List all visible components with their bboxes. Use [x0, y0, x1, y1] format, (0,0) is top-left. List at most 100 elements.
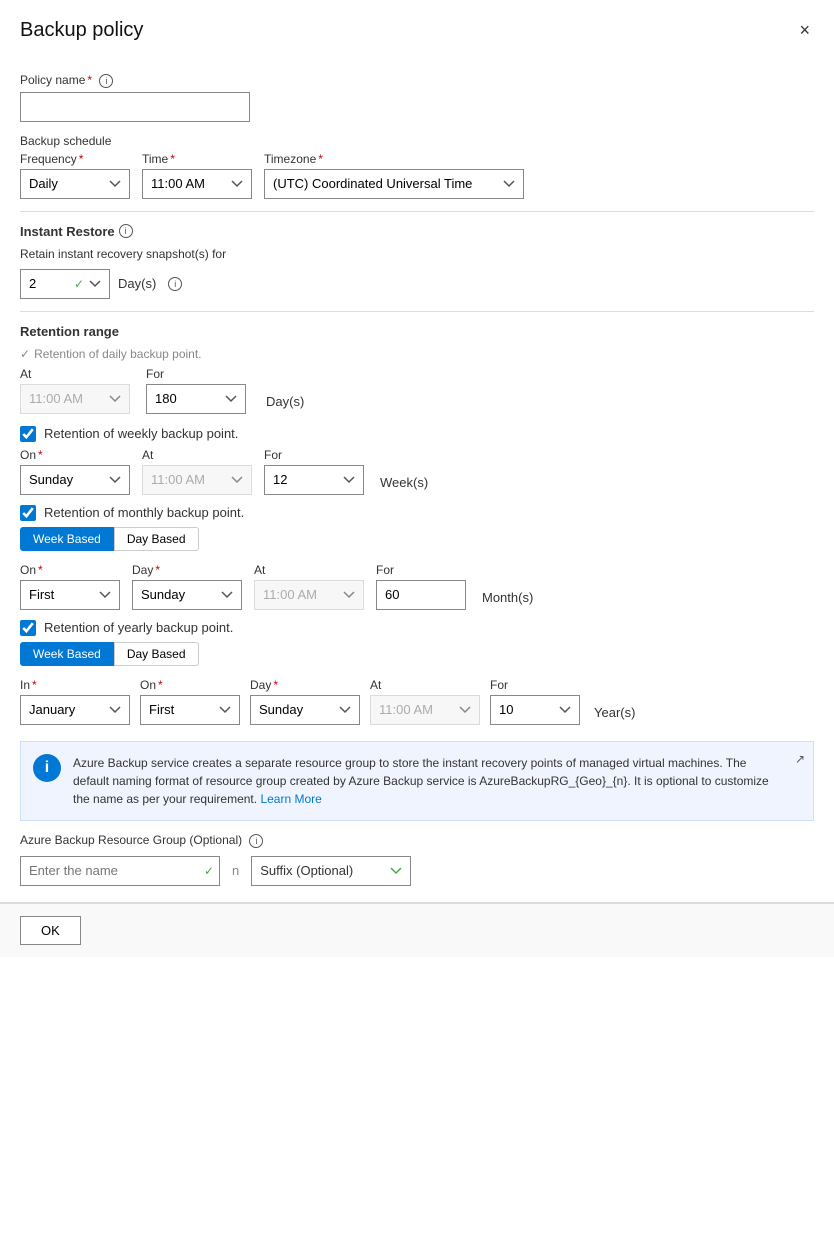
retain-label: Retain instant recovery snapshot(s) for — [20, 247, 814, 261]
yearly-tab-group: Week Based Day Based — [20, 642, 814, 666]
monthly-day-based-tab[interactable]: Day Based — [114, 527, 199, 551]
retention-range-title: Retention range — [20, 324, 814, 339]
separator-n: n — [228, 863, 243, 878]
daily-for-select[interactable]: 180 90 365 — [146, 384, 246, 414]
weekly-checkbox-row: Retention of weekly backup point. — [20, 426, 814, 442]
daily-for-label: For — [146, 367, 246, 381]
resource-input-wrapper: ✓ — [20, 856, 220, 886]
yearly-on-label: On* — [140, 678, 240, 692]
weekly-at-select[interactable]: 11:00 AM — [142, 465, 252, 495]
close-button[interactable]: × — [795, 16, 814, 45]
resource-group-info-icon[interactable]: i — [249, 834, 263, 848]
resource-input-check-icon: ✓ — [204, 864, 214, 878]
monthly-checkbox-row: Retention of monthly backup point. — [20, 505, 814, 521]
yearly-checkbox-row: Retention of yearly backup point. — [20, 620, 814, 636]
yearly-in-select[interactable]: JanuaryFebruaryMarchAprilMayJuneJulyAugu… — [20, 695, 130, 725]
external-link-icon: ↗ — [795, 750, 805, 768]
frequency-field: Frequency* Daily Weekly — [20, 152, 130, 199]
yearly-day-field: Day* SundayMondayTuesdayWednesdayThursda… — [250, 678, 360, 725]
ok-button[interactable]: OK — [20, 916, 81, 945]
policy-name-input[interactable] — [20, 92, 250, 122]
yearly-for-label: For — [490, 678, 580, 692]
monthly-day-label: Day* — [132, 563, 242, 577]
weekly-at-field: At 11:00 AM — [142, 448, 252, 495]
weekly-at-label: At — [142, 448, 252, 462]
timezone-select[interactable]: (UTC) Coordinated Universal Time — [264, 169, 524, 199]
yearly-at-select[interactable]: 11:00 AM — [370, 695, 480, 725]
daily-checkpoint-label: ✓ Retention of daily backup point. — [20, 347, 814, 361]
monthly-on-label: On* — [20, 563, 120, 577]
weekly-on-at-for-row: On* SundayMondayTuesdayWednesdayThursday… — [20, 448, 814, 495]
days-select-wrapper: 2 1 3 4 5 ✓ — [20, 269, 110, 299]
weekly-on-field: On* SundayMondayTuesdayWednesdayThursday… — [20, 448, 130, 495]
days-info-icon[interactable]: i — [168, 277, 182, 291]
yearly-on-select[interactable]: FirstSecondThirdFourthLast — [140, 695, 240, 725]
daily-at-select[interactable]: 11:00 AM — [20, 384, 130, 414]
monthly-tab-group: Week Based Day Based — [20, 527, 814, 551]
backup-schedule-label: Backup schedule — [20, 134, 814, 148]
info-box-icon: i — [33, 754, 61, 782]
divider-instant-restore — [20, 211, 814, 212]
time-select[interactable]: 11:00 AM 12:00 PM — [142, 169, 252, 199]
monthly-on-select[interactable]: FirstSecondThirdFourthLast — [20, 580, 120, 610]
yearly-at-label: At — [370, 678, 480, 692]
yearly-checkbox-label: Retention of yearly backup point. — [44, 620, 233, 635]
weekly-checkbox[interactable] — [20, 426, 36, 442]
time-field: Time* 11:00 AM 12:00 PM — [142, 152, 252, 199]
yearly-week-based-tab[interactable]: Week Based — [20, 642, 114, 666]
monthly-for-field: For — [376, 563, 466, 610]
learn-more-link[interactable]: Learn More — [260, 792, 321, 806]
retain-row: 2 1 3 4 5 ✓ Day(s) i — [20, 269, 814, 299]
days-label: Day(s) — [118, 276, 156, 291]
instant-restore-days-select[interactable]: 2 1 3 4 5 — [20, 269, 110, 299]
monthly-checkbox[interactable] — [20, 505, 36, 521]
yearly-day-select[interactable]: SundayMondayTuesdayWednesdayThursdayFrid… — [250, 695, 360, 725]
resource-group-label: Azure Backup Resource Group (Optional) i — [20, 833, 814, 848]
weekly-for-label: For — [264, 448, 364, 462]
monthly-unit: Month(s) — [482, 590, 533, 605]
resource-group-section: Azure Backup Resource Group (Optional) i… — [20, 833, 814, 886]
yearly-for-field: For 1051520 — [490, 678, 580, 725]
instant-restore-section: Instant Restore i Retain instant recover… — [20, 224, 814, 299]
weekly-checkbox-label: Retention of weekly backup point. — [44, 426, 238, 441]
weekly-for-field: For 12482652 — [264, 448, 364, 495]
monthly-for-input[interactable] — [376, 580, 466, 610]
policy-name-section: Policy name* i — [20, 73, 814, 122]
monthly-for-label: For — [376, 563, 466, 577]
monthly-week-based-tab[interactable]: Week Based — [20, 527, 114, 551]
footer: OK — [0, 903, 834, 957]
daily-at-field: At 11:00 AM — [20, 367, 130, 414]
backup-policy-panel: Backup policy × Policy name* i Backup sc… — [0, 0, 834, 1248]
instant-restore-heading: Instant Restore i — [20, 224, 814, 239]
panel-title: Backup policy — [20, 19, 143, 42]
monthly-on-field: On* FirstSecondThirdFourthLast — [20, 563, 120, 610]
instant-restore-info-icon[interactable]: i — [119, 224, 133, 238]
divider-retention-range — [20, 311, 814, 312]
suffix-select[interactable]: Suffix (Optional) — [251, 856, 411, 886]
panel-header: Backup policy × — [0, 0, 834, 57]
weekly-on-select[interactable]: SundayMondayTuesdayWednesdayThursdayFrid… — [20, 465, 130, 495]
daily-check-icon: ✓ — [20, 347, 30, 361]
yearly-retention-section: Retention of yearly backup point. Week B… — [20, 620, 814, 725]
yearly-checkbox[interactable] — [20, 620, 36, 636]
daily-retention-section: ✓ Retention of daily backup point. At 11… — [20, 347, 814, 414]
monthly-checkbox-label: Retention of monthly backup point. — [44, 505, 244, 520]
yearly-unit: Year(s) — [594, 705, 635, 720]
monthly-at-field: At 11:00 AM — [254, 563, 364, 610]
backup-schedule-section: Backup schedule Frequency* Daily Weekly … — [20, 134, 814, 199]
yearly-day-based-tab[interactable]: Day Based — [114, 642, 199, 666]
info-box-text: Azure Backup service creates a separate … — [73, 756, 769, 806]
weekly-for-select[interactable]: 12482652 — [264, 465, 364, 495]
frequency-select[interactable]: Daily Weekly — [20, 169, 130, 199]
monthly-day-select[interactable]: SundayMondayTuesdayWednesdayThursdayFrid… — [132, 580, 242, 610]
frequency-label: Frequency* — [20, 152, 130, 166]
monthly-on-at-for-row: On* FirstSecondThirdFourthLast Day* Sund… — [20, 563, 814, 610]
policy-name-info-icon[interactable]: i — [99, 74, 113, 88]
resource-group-input[interactable] — [20, 856, 220, 886]
monthly-at-select[interactable]: 11:00 AM — [254, 580, 364, 610]
yearly-for-select[interactable]: 1051520 — [490, 695, 580, 725]
monthly-day-field: Day* SundayMondayTuesdayWednesdayThursda… — [132, 563, 242, 610]
time-label: Time* — [142, 152, 252, 166]
retention-range-section: Retention range ✓ Retention of daily bac… — [20, 324, 814, 725]
timezone-field: Timezone* (UTC) Coordinated Universal Ti… — [264, 152, 524, 199]
